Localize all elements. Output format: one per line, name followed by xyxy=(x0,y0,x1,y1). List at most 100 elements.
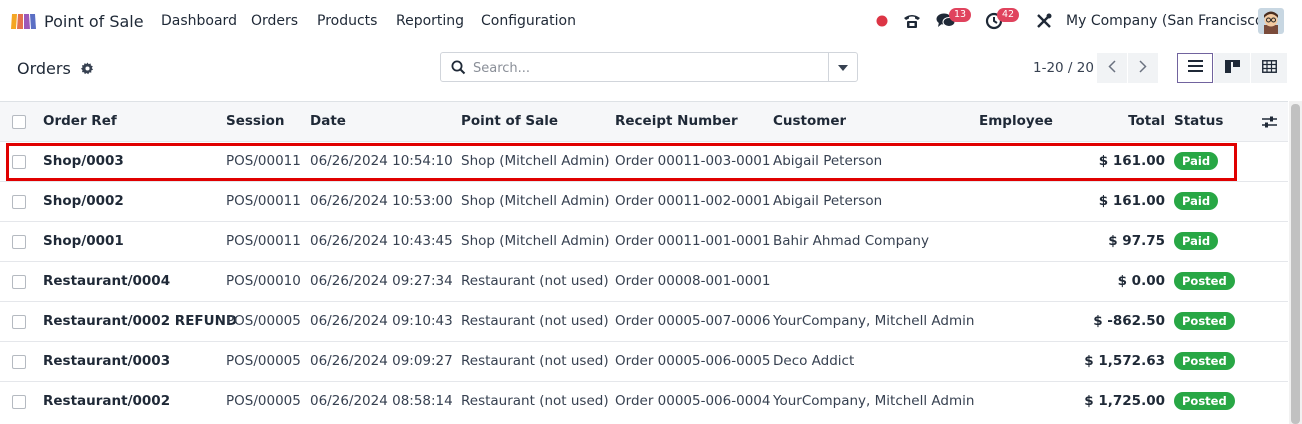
point-of-sale-cell: Restaurant (not used) xyxy=(461,353,609,369)
row-checkbox[interactable] xyxy=(12,315,26,329)
date-cell: 06/26/2024 10:54:10 xyxy=(310,153,453,169)
row-checkbox[interactable] xyxy=(12,195,26,209)
list-view-button[interactable] xyxy=(1177,53,1213,83)
session-cell: POS/00011 xyxy=(226,193,301,209)
total-cell: $ -862.50 xyxy=(1093,313,1165,329)
total-cell: $ 161.00 xyxy=(1098,153,1165,169)
chevron-left-icon xyxy=(1108,59,1116,77)
tools-icon[interactable] xyxy=(1035,0,1053,42)
order-ref-cell: Shop/0002 xyxy=(43,193,124,209)
select-all-checkbox[interactable] xyxy=(12,115,26,129)
receipt-number-cell: Order 00011-003-0001 xyxy=(615,153,771,169)
menu-reporting[interactable]: Reporting xyxy=(396,0,464,42)
list-icon xyxy=(1187,60,1203,76)
pager-previous-button[interactable] xyxy=(1097,53,1127,83)
session-cell: POS/00011 xyxy=(226,233,301,249)
column-settings-icon[interactable] xyxy=(1262,115,1277,133)
total-cell: $ 1,725.00 xyxy=(1084,393,1165,409)
menu-orders[interactable]: Orders xyxy=(251,0,298,42)
session-cell: POS/00011 xyxy=(226,153,301,169)
receipt-number-cell: Order 00005-007-0006 xyxy=(615,313,771,329)
table-row[interactable]: Restaurant/0004 POS/00010 06/26/2024 09:27… xyxy=(0,261,1288,301)
pager-next-button[interactable] xyxy=(1128,53,1158,83)
menu-products[interactable]: Products xyxy=(317,0,377,42)
status-badge: Paid xyxy=(1174,192,1219,210)
status-cell: Posted xyxy=(1174,302,1235,341)
table-row[interactable]: Shop/0001 POS/00011 06/26/2024 10:43:45 Sho… xyxy=(0,221,1288,261)
status-badge: Paid xyxy=(1174,152,1219,170)
company-switcher[interactable]: My Company (San Francisco) xyxy=(1066,0,1269,42)
receipt-number-cell: Order 00005-006-0005 xyxy=(615,353,771,369)
date-cell: 06/26/2024 09:10:43 xyxy=(310,313,453,329)
column-header-session[interactable]: Session xyxy=(226,102,284,141)
scrollbar-thumb[interactable] xyxy=(1291,104,1300,424)
gear-icon[interactable] xyxy=(80,60,94,79)
customer-cell: Abigail Peterson xyxy=(773,193,883,209)
table-row[interactable]: Restaurant/0002 POS/00005 06/26/2024 08:58… xyxy=(0,381,1288,421)
top-navbar: Point of Sale Dashboard Orders Products … xyxy=(0,0,1302,42)
table-row[interactable]: Restaurant/0002 REFUND POS/00005 06/26/202… xyxy=(0,301,1288,341)
row-checkbox[interactable] xyxy=(12,275,26,289)
search-options-toggle[interactable] xyxy=(828,53,857,81)
row-checkbox[interactable] xyxy=(12,235,26,249)
column-header-order-ref[interactable]: Order Ref xyxy=(43,102,117,141)
app-title[interactable]: Point of Sale xyxy=(44,0,144,42)
column-header-customer[interactable]: Customer xyxy=(773,102,846,141)
status-cell: Posted xyxy=(1174,262,1235,301)
status-badge: Posted xyxy=(1174,392,1235,410)
column-header-point-of-sale[interactable]: Point of Sale xyxy=(461,102,558,141)
customer-cell: YourCompany, Mitchell Admin xyxy=(773,393,975,409)
menu-configuration[interactable]: Configuration xyxy=(481,0,576,42)
customer-cell: Deco Addict xyxy=(773,353,855,369)
order-ref-cell: Restaurant/0002 xyxy=(43,393,171,409)
control-panel: Orders 1-20 / 20 xyxy=(0,42,1302,101)
status-badge: Posted xyxy=(1174,312,1235,330)
total-cell: $ 1,572.63 xyxy=(1084,353,1165,369)
pager-value[interactable]: 1-20 / 20 xyxy=(1033,60,1094,76)
table-row[interactable]: Shop/0003 POS/00011 06/26/2024 10:54:10 Sho… xyxy=(0,141,1288,181)
receipt-number-cell: Order 00011-001-0001 xyxy=(615,233,771,249)
status-cell: Paid xyxy=(1174,142,1219,181)
date-cell: 06/26/2024 10:53:00 xyxy=(310,193,453,209)
search-input[interactable] xyxy=(471,57,831,79)
kanban-icon xyxy=(1224,59,1240,77)
column-header-receipt-number[interactable]: Receipt Number xyxy=(615,102,738,141)
point-of-sale-cell: Shop (Mitchell Admin) xyxy=(461,193,610,209)
phone-icon[interactable] xyxy=(903,0,921,42)
column-header-status[interactable]: Status xyxy=(1174,102,1223,141)
order-ref-cell: Shop/0001 xyxy=(43,233,124,249)
search-bar xyxy=(440,52,858,82)
breadcrumb: Orders xyxy=(17,59,94,79)
table-row[interactable]: Restaurant/0003 POS/00005 06/26/2024 09:09… xyxy=(0,341,1288,381)
table-header: Order Ref Session Date Point of Sale Rec… xyxy=(0,101,1288,141)
page-title: Orders xyxy=(17,59,71,78)
search-icon xyxy=(451,60,466,79)
row-checkbox[interactable] xyxy=(12,155,26,169)
app-logo-icon[interactable] xyxy=(10,0,36,42)
row-checkbox[interactable] xyxy=(12,395,26,409)
column-header-employee[interactable]: Employee xyxy=(979,102,1053,141)
date-cell: 06/26/2024 09:27:34 xyxy=(310,273,453,289)
session-cell: POS/00005 xyxy=(226,393,301,409)
receipt-number-cell: Order 00011-002-0001 xyxy=(615,193,771,209)
pivot-view-button[interactable] xyxy=(1251,53,1287,83)
row-checkbox[interactable] xyxy=(12,355,26,369)
column-header-total[interactable]: Total xyxy=(1065,102,1165,141)
user-avatar[interactable] xyxy=(1258,0,1284,42)
chevron-right-icon xyxy=(1139,59,1147,77)
total-cell: $ 0.00 xyxy=(1117,273,1165,289)
status-cell: Posted xyxy=(1174,382,1235,421)
customer-cell: Abigail Peterson xyxy=(773,153,883,169)
status-cell: Paid xyxy=(1174,182,1219,221)
date-cell: 06/26/2024 10:43:45 xyxy=(310,233,453,249)
kanban-view-button[interactable] xyxy=(1214,53,1250,83)
status-cell: Paid xyxy=(1174,222,1219,261)
receipt-number-cell: Order 00008-001-0001 xyxy=(615,273,771,289)
menu-dashboard[interactable]: Dashboard xyxy=(161,0,237,42)
status-dot-icon[interactable] xyxy=(876,0,888,42)
activities-badge: 42 xyxy=(997,8,1020,22)
column-header-date[interactable]: Date xyxy=(310,102,346,141)
status-badge: Posted xyxy=(1174,272,1235,290)
table-row[interactable]: Shop/0002 POS/00011 06/26/2024 10:53:00 Sho… xyxy=(0,181,1288,221)
session-cell: POS/00005 xyxy=(226,313,301,329)
